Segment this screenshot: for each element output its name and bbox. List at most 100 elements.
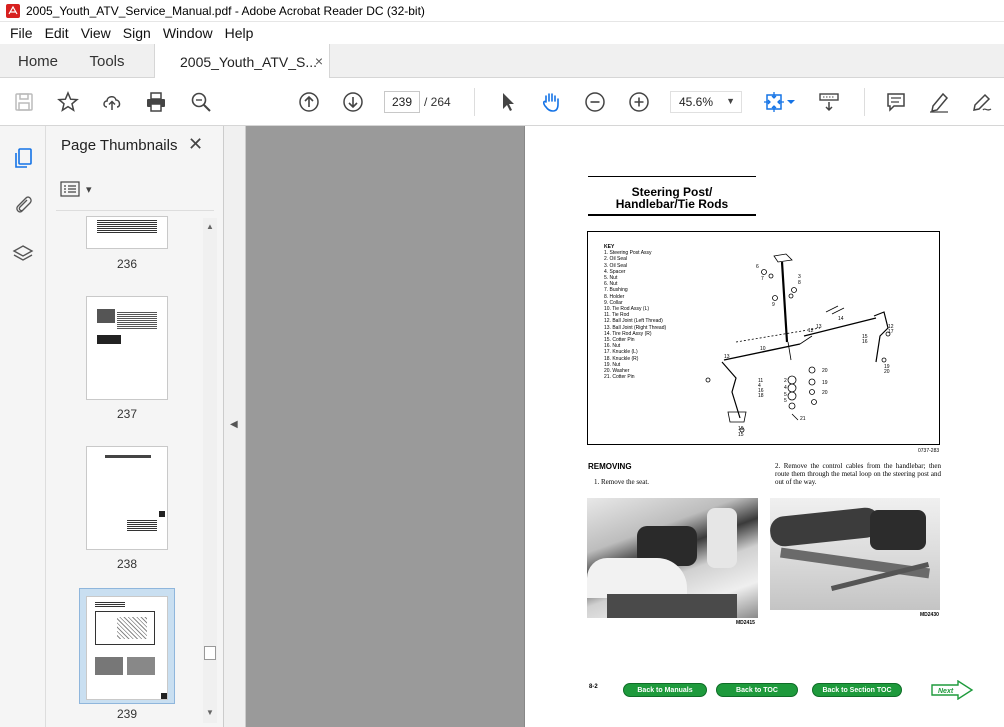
figure-code: 0737-283	[918, 448, 940, 454]
svg-text:16: 16	[862, 339, 868, 345]
page-total-label: / 264	[424, 95, 451, 109]
svg-text:2: 2	[784, 378, 787, 384]
thumbnail-label: 239	[116, 707, 138, 721]
toolbar: 239 / 264 45.6% ▼	[0, 78, 1004, 126]
svg-text:20: 20	[822, 390, 828, 396]
toolbar-divider	[474, 88, 475, 116]
menu-sign[interactable]: Sign	[117, 25, 157, 41]
toolbar-divider	[864, 88, 865, 116]
svg-text:20: 20	[822, 368, 828, 374]
panel-splitter[interactable]: ◀	[224, 126, 246, 727]
tab-document-label: 2005_Youth_ATV_S...	[180, 53, 317, 70]
menu-help[interactable]: Help	[219, 25, 260, 41]
page-number-input[interactable]: 239	[384, 91, 420, 113]
section-title-line2: Handlebar/Tie Rods	[615, 197, 729, 211]
thumbnail-page-238[interactable]	[86, 446, 168, 550]
next-arrow-button[interactable]: Next	[930, 680, 974, 700]
section-rule-top	[588, 176, 756, 177]
tab-close-button[interactable]: ×	[315, 53, 323, 69]
seat-removal-photo	[587, 498, 758, 618]
navigation-rail	[0, 126, 46, 727]
chevron-down-icon: ▼	[726, 96, 735, 106]
removing-heading: REMOVING	[588, 462, 632, 471]
svg-text:18: 18	[758, 393, 764, 399]
previous-page-icon[interactable]	[297, 90, 321, 114]
tab-home[interactable]: Home	[0, 44, 76, 78]
control-cables-photo	[770, 498, 940, 610]
key-item: 12. Ball Joint (Left Thread)	[604, 318, 663, 325]
keyboard-scroll-icon[interactable]	[817, 90, 841, 114]
fit-page-icon[interactable]	[762, 90, 786, 114]
select-cursor-icon[interactable]	[496, 90, 520, 114]
svg-text:7: 7	[761, 276, 764, 282]
svg-text:14: 14	[838, 316, 844, 322]
zoom-out-icon[interactable]	[583, 90, 607, 114]
step-2-text: 2. Remove the control cables from the ha…	[775, 462, 941, 486]
scroll-up-arrow-icon[interactable]: ▲	[206, 222, 214, 231]
svg-text:10: 10	[760, 346, 766, 352]
diagram-key-list: KEY 1. Steering Post Assy 2. Oil Seal 3.…	[604, 244, 666, 380]
acrobat-app-icon	[6, 3, 20, 18]
menu-window[interactable]: Window	[157, 25, 219, 41]
cloud-upload-icon[interactable]	[100, 90, 124, 114]
fit-page-dropdown-icon[interactable]	[785, 90, 797, 114]
zoom-level-select[interactable]: 45.6% ▼	[670, 91, 742, 113]
highlight-pen-icon[interactable]	[927, 90, 951, 114]
hand-tool-icon[interactable]	[539, 90, 563, 114]
section-rule-bottom	[588, 214, 756, 216]
page-thumbnails-icon[interactable]	[11, 146, 35, 170]
thumbnail-page-239[interactable]	[86, 596, 168, 700]
scroll-down-arrow-icon[interactable]: ▼	[206, 708, 214, 717]
svg-text:20: 20	[884, 369, 890, 375]
svg-text:6: 6	[756, 264, 759, 270]
tab-document[interactable]: 2005_Youth_ATV_S... ×	[154, 44, 330, 79]
thumbnail-options-menu[interactable]: ▾	[60, 178, 98, 200]
zoom-level-value: 45.6%	[679, 95, 714, 109]
zoom-search-icon[interactable]	[189, 90, 213, 114]
sign-pen-icon[interactable]	[970, 90, 994, 114]
print-icon[interactable]	[144, 90, 168, 114]
menu-view[interactable]: View	[75, 25, 117, 41]
thumbnail-scrollbar[interactable]: ▲ ▼	[203, 218, 217, 723]
thumbnail-label: 238	[116, 557, 138, 571]
thumbnail-page-237[interactable]	[86, 296, 168, 400]
zoom-in-icon[interactable]	[627, 90, 651, 114]
svg-text:21: 21	[800, 416, 806, 422]
svg-text:8: 8	[798, 280, 801, 286]
key-item: 21. Cotter Pin	[604, 374, 635, 381]
menu-file[interactable]: File	[4, 25, 39, 41]
svg-text:13: 13	[724, 354, 730, 360]
panel-close-button[interactable]: ✕	[188, 134, 203, 155]
thumbnail-label: 236	[116, 257, 138, 271]
panel-divider	[56, 210, 214, 211]
svg-text:13: 13	[816, 324, 822, 330]
save-icon[interactable]	[12, 90, 36, 114]
layers-icon[interactable]	[11, 242, 35, 266]
next-label: Next	[938, 688, 954, 695]
scrollbar-thumb[interactable]	[204, 646, 216, 660]
svg-text:15: 15	[738, 432, 744, 438]
bookmark-star-icon[interactable]	[56, 90, 80, 114]
svg-text:12: 12	[808, 328, 814, 334]
menu-bar: File Edit View Sign Window Help	[0, 22, 1004, 44]
svg-text:19: 19	[822, 380, 828, 386]
svg-text:9: 9	[772, 302, 775, 308]
tab-bar: Home Tools 2005_Youth_ATV_S... ×	[0, 44, 1004, 79]
title-bar: 2005_Youth_ATV_Service_Manual.pdf - Adob…	[0, 0, 1004, 22]
attachment-paperclip-icon[interactable]	[11, 192, 35, 216]
chevron-down-icon: ▾	[86, 183, 92, 196]
svg-text:5: 5	[784, 398, 787, 404]
back-to-manuals-button[interactable]: Back to Manuals	[623, 683, 707, 697]
tab-tools[interactable]: Tools	[76, 44, 138, 78]
photo-2-code: MD2430	[920, 612, 939, 618]
collapse-panel-arrow-icon[interactable]: ◀	[230, 419, 238, 430]
next-page-icon[interactable]	[341, 90, 365, 114]
thumbnail-page-236[interactable]	[86, 216, 168, 249]
menu-edit[interactable]: Edit	[39, 25, 75, 41]
window-title: 2005_Youth_ATV_Service_Manual.pdf - Adob…	[26, 3, 425, 18]
thumbnail-label: 237	[116, 407, 138, 421]
key-item: 13. Ball Joint (Right Thread)	[604, 324, 667, 331]
comment-icon[interactable]	[884, 90, 908, 114]
back-to-section-toc-button[interactable]: Back to Section TOC	[812, 683, 902, 697]
back-to-toc-button[interactable]: Back to TOC	[716, 683, 798, 697]
